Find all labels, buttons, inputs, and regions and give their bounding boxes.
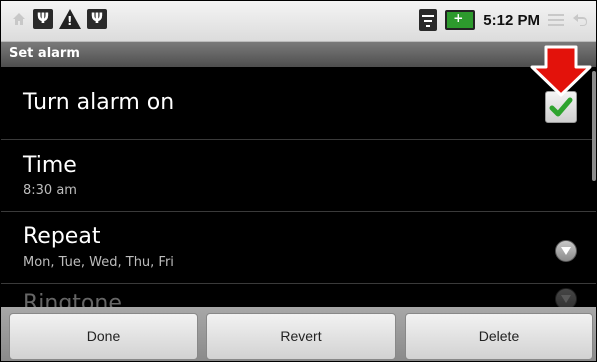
notification-icons: Ψ ! Ψ [11,9,107,29]
device-screen: Ψ ! Ψ + 5:12 PM Set alarm Turn alarm on [0,0,597,362]
repeat-row[interactable]: Repeat Mon, Tue, Wed, Thu, Fri [1,212,596,284]
annotation-arrow-icon [530,45,592,97]
usb-icon: Ψ [33,9,53,29]
time-label: Time [23,153,77,178]
button-bar: Done Revert Delete [1,307,596,361]
delete-button[interactable]: Delete [405,313,593,360]
repeat-value: Mon, Tue, Wed, Thu, Fri [23,255,174,270]
menu-icon[interactable] [548,14,564,26]
alarm-toggle-row[interactable]: Turn alarm on [1,67,596,140]
page-title: Set alarm [9,46,80,61]
settings-list: Turn alarm on Time 8:30 am Repeat Mon, T… [1,67,596,307]
title-bar: Set alarm [1,42,596,67]
system-icons: + 5:12 PM [419,9,588,31]
revert-button[interactable]: Revert [206,313,396,360]
wifi-icon [419,9,438,31]
clock: 5:12 PM [483,11,540,29]
status-bar: Ψ ! Ψ + 5:12 PM [1,1,596,42]
usb-icon: Ψ [87,9,107,29]
ringtone-row[interactable]: Ringtone [1,284,596,307]
done-button[interactable]: Done [9,313,198,360]
dropdown-icon[interactable] [555,240,577,262]
time-value: 8:30 am [23,183,77,198]
dropdown-icon[interactable] [555,288,577,307]
home-icon [13,13,25,25]
alarm-toggle-label: Turn alarm on [23,90,175,115]
warning-icon: ! [59,9,81,29]
ringtone-label: Ringtone [23,291,122,307]
back-icon[interactable] [572,13,588,27]
time-row[interactable]: Time 8:30 am [1,140,596,212]
repeat-label: Repeat [23,224,101,249]
battery-charging-icon: + [445,10,476,30]
